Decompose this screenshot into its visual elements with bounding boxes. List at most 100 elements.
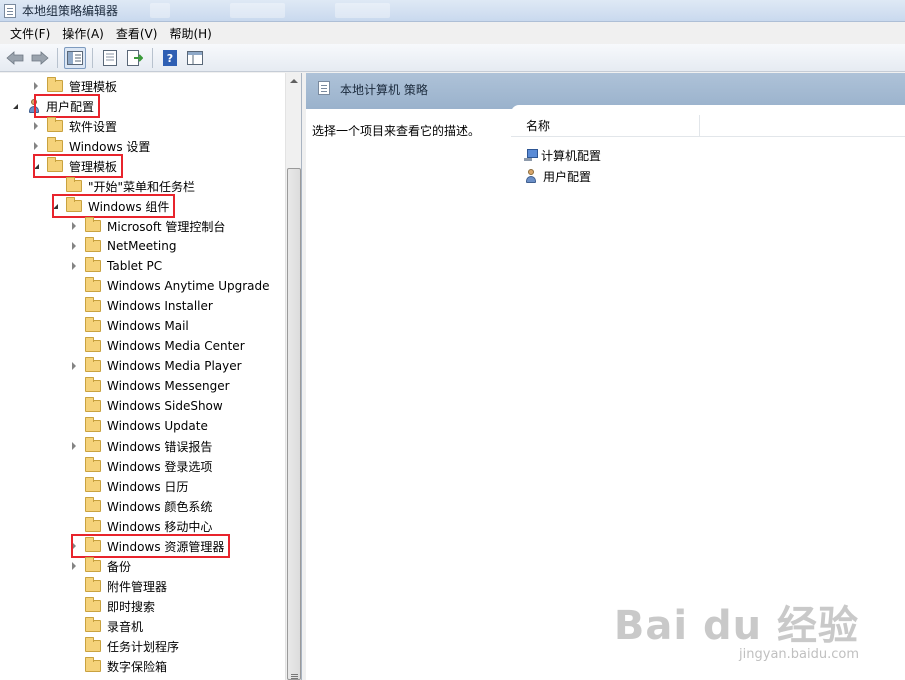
expand-arrow-icon[interactable]: [69, 441, 79, 451]
scroll-thumb[interactable]: [287, 168, 301, 680]
tree-item[interactable]: Windows 资源管理器: [69, 536, 224, 556]
expand-arrow-icon[interactable]: [31, 141, 41, 151]
folder-icon: [85, 477, 101, 492]
help-button[interactable]: ?: [159, 47, 181, 69]
tree-item[interactable]: Windows Installer: [69, 296, 213, 316]
tree-item[interactable]: 管理模板: [31, 156, 117, 176]
properties-button[interactable]: [99, 47, 121, 69]
tree-item[interactable]: Windows Media Center: [69, 336, 245, 356]
tree-item-label: Windows 登录选项: [107, 459, 213, 474]
tree-item-label: "开始"菜单和任务栏: [88, 179, 196, 194]
tree-item-label: Windows 设置: [69, 139, 151, 154]
menu-file[interactable]: 文件(F): [4, 23, 56, 44]
tree-item[interactable]: 录音机: [69, 616, 143, 636]
tree-item[interactable]: Windows 日历: [69, 476, 188, 496]
show-hide-tree-button[interactable]: [64, 46, 86, 69]
expand-arrow-icon[interactable]: [69, 561, 79, 571]
folder-icon: [85, 357, 101, 372]
tree-item[interactable]: 用户配置: [10, 96, 94, 116]
toolbar-separator: [152, 47, 153, 68]
tree-item[interactable]: Windows 颜色系统: [69, 496, 212, 516]
tree-item[interactable]: Windows 错误报告: [69, 436, 212, 456]
title-bar-decoration: [230, 3, 285, 18]
folder-icon: [85, 217, 101, 232]
export-list-button[interactable]: [124, 47, 146, 69]
collapse-arrow-icon[interactable]: [50, 201, 60, 211]
tree-item[interactable]: 数字保险箱: [69, 656, 167, 676]
column-header-name[interactable]: 名称: [511, 114, 700, 137]
folder-icon: [85, 317, 101, 332]
list-item-computer-config[interactable]: 计算机配置: [523, 145, 601, 165]
tree-item[interactable]: 附件管理器: [69, 576, 167, 596]
menu-action[interactable]: 操作(A): [56, 23, 110, 44]
tree-item-label: 数字保险箱: [107, 659, 168, 674]
tree-item[interactable]: "开始"菜单和任务栏: [50, 176, 195, 196]
tree-item[interactable]: Windows Update: [69, 416, 208, 436]
tree-item[interactable]: Windows Media Player: [69, 356, 242, 376]
title-bar: 本地组策略编辑器: [0, 0, 905, 22]
back-button[interactable]: [4, 47, 26, 69]
tree-item[interactable]: NetMeeting: [69, 236, 176, 256]
tree-item[interactable]: Tablet PC: [69, 256, 162, 276]
menu-view[interactable]: 查看(V): [110, 23, 164, 44]
tree-item[interactable]: 管理模板: [31, 76, 117, 96]
tree-item[interactable]: Windows 设置: [31, 136, 150, 156]
list-item-user-config[interactable]: 用户配置: [523, 166, 591, 186]
expand-arrow-icon[interactable]: [69, 541, 79, 551]
folder-icon: [85, 437, 101, 452]
collapse-arrow-icon[interactable]: [10, 101, 20, 111]
collapse-arrow-icon[interactable]: [31, 161, 41, 171]
tree-item-label: 管理模板: [69, 159, 118, 174]
expand-arrow-icon[interactable]: [31, 81, 41, 91]
tree-item[interactable]: Windows Anytime Upgrade: [69, 276, 270, 296]
expand-arrow-icon[interactable]: [69, 241, 79, 251]
tree-item[interactable]: 任务计划程序: [69, 636, 179, 656]
folder-icon: [47, 77, 63, 92]
properties-icon: [103, 49, 117, 66]
folder-icon: [66, 177, 82, 192]
window-title: 本地组策略编辑器: [22, 4, 119, 18]
help-icon: ?: [163, 49, 177, 66]
folder-icon: [85, 297, 101, 312]
folder-icon: [85, 577, 101, 592]
tree-item[interactable]: Windows 登录选项: [69, 456, 212, 476]
folder-icon: [85, 417, 101, 432]
tree-item[interactable]: Windows SideShow: [69, 396, 223, 416]
tree-item-label: 录音机: [107, 619, 144, 634]
tree-item-label: 即时搜索: [107, 599, 156, 614]
toolbar-separator: [57, 47, 58, 68]
extended-view-button[interactable]: [184, 47, 206, 69]
tree-item[interactable]: Windows 组件: [50, 196, 169, 216]
forward-button[interactable]: [29, 47, 51, 69]
computer-icon: [523, 148, 539, 162]
tree-item-label: 附件管理器: [107, 579, 168, 594]
tree-item[interactable]: 软件设置: [31, 116, 117, 136]
expand-arrow-icon[interactable]: [69, 221, 79, 231]
tree-item-label: Windows SideShow: [107, 399, 223, 413]
scroll-grip-icon: [291, 674, 298, 675]
scroll-up-arrow-icon[interactable]: [286, 73, 301, 89]
tree-item[interactable]: 即时搜索: [69, 596, 155, 616]
folder-icon: [85, 397, 101, 412]
arrow-left-icon: [6, 50, 24, 65]
tree-item[interactable]: 备份: [69, 556, 131, 576]
expand-arrow-icon[interactable]: [69, 361, 79, 371]
tree-item[interactable]: Windows 移动中心: [69, 516, 212, 536]
tree-item[interactable]: Windows Messenger: [69, 376, 230, 396]
details-header: 本地计算机 策略: [306, 73, 905, 109]
tree-item-label: Microsoft 管理控制台: [107, 219, 226, 234]
tree-item-label: Windows 日历: [107, 479, 189, 494]
tree-item-label: NetMeeting: [107, 239, 177, 253]
expand-arrow-icon[interactable]: [69, 261, 79, 271]
tree-item[interactable]: Microsoft 管理控制台: [69, 216, 225, 236]
menu-help[interactable]: 帮助(H): [163, 23, 217, 44]
folder-icon: [85, 657, 101, 672]
expand-arrow-icon[interactable]: [31, 121, 41, 131]
tree-item[interactable]: Windows Mail: [69, 316, 189, 336]
tree-item-label: Windows Media Player: [107, 359, 242, 373]
tree-scrollbar[interactable]: [285, 73, 301, 680]
